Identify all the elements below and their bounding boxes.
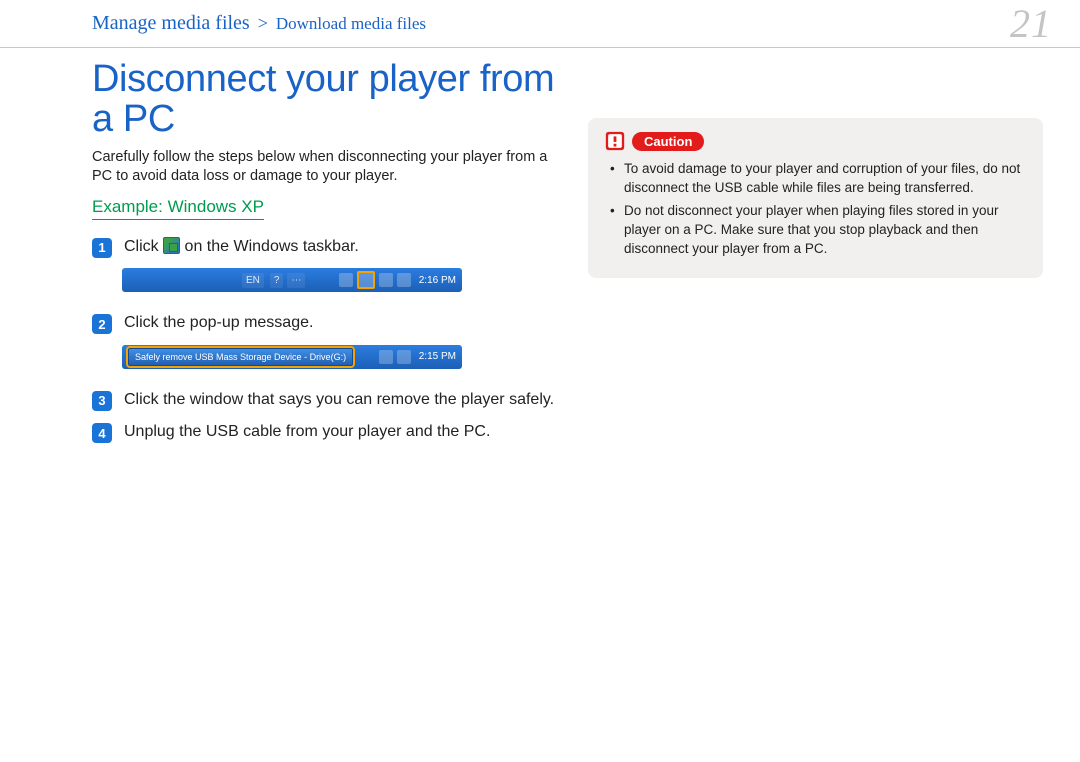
tray-icon xyxy=(397,273,411,287)
caution-item: Do not disconnect your player when playi… xyxy=(610,202,1027,259)
tray-icon xyxy=(397,350,411,364)
right-column: Caution To avoid damage to your player a… xyxy=(588,60,1050,453)
left-column: Disconnect your player from a PC Careful… xyxy=(92,60,562,453)
tray-icon xyxy=(339,273,353,287)
safely-remove-hardware-icon xyxy=(163,237,180,254)
caution-list: To avoid damage to your player and corru… xyxy=(604,160,1027,258)
taskbar-screenshot-1: EN ? ⋯ 2:16 PM xyxy=(122,268,462,292)
intro-text: Carefully follow the steps below when di… xyxy=(92,148,562,187)
caution-label: Caution xyxy=(632,132,704,151)
step-2: 2 Click the pop-up message. xyxy=(92,312,562,334)
page-number: 21 xyxy=(1010,0,1052,47)
caution-item: To avoid damage to your player and corru… xyxy=(610,160,1027,198)
system-tray: 2:15 PM xyxy=(379,350,462,364)
safely-remove-popup: Safely remove USB Mass Storage Device - … xyxy=(128,348,353,366)
example-label: Example: Windows XP xyxy=(92,197,264,220)
tray-icon xyxy=(379,350,393,364)
breadcrumb-main: Manage media files xyxy=(92,12,250,35)
step-text: Unplug the USB cable from your player an… xyxy=(124,421,490,443)
warning-icon xyxy=(604,130,626,152)
step-number-badge: 4 xyxy=(92,423,112,443)
taskbar-item-icon: ⋯ xyxy=(287,273,305,288)
step-4: 4 Unplug the USB cable from your player … xyxy=(92,421,562,443)
step-text: Click the pop-up message. xyxy=(124,312,313,334)
step-text: Click on the Windows taskbar. xyxy=(124,236,359,258)
caution-box: Caution To avoid damage to your player a… xyxy=(588,118,1043,278)
taskbar-help-icon: ? xyxy=(270,273,284,288)
step-text: Click the window that says you can remov… xyxy=(124,389,554,411)
step-3: 3 Click the window that says you can rem… xyxy=(92,389,562,411)
tray-icon xyxy=(379,273,393,287)
step-1: 1 Click on the Windows taskbar. xyxy=(92,236,562,258)
step-number-badge: 3 xyxy=(92,391,112,411)
taskbar-clock: 2:16 PM xyxy=(419,275,456,286)
step-1-pre: Click xyxy=(124,238,163,255)
taskbar-clock: 2:15 PM xyxy=(419,351,456,362)
step-1-post: on the Windows taskbar. xyxy=(180,238,359,255)
system-tray: 2:16 PM xyxy=(339,271,462,289)
top-bar: Manage media files > Download media file… xyxy=(0,0,1080,48)
step-number-badge: 2 xyxy=(92,314,112,334)
breadcrumb: Manage media files > Download media file… xyxy=(92,12,426,35)
taskbar-screenshot-2: Safely remove USB Mass Storage Device - … xyxy=(122,345,462,369)
step-number-badge: 1 xyxy=(92,238,112,258)
taskbar-language-indicator: EN xyxy=(242,273,264,288)
breadcrumb-sub: Download media files xyxy=(276,14,426,34)
safely-remove-tray-icon xyxy=(357,271,375,289)
page-title: Disconnect your player from a PC xyxy=(92,60,562,140)
caution-header: Caution xyxy=(604,130,1027,152)
breadcrumb-separator: > xyxy=(258,13,268,34)
